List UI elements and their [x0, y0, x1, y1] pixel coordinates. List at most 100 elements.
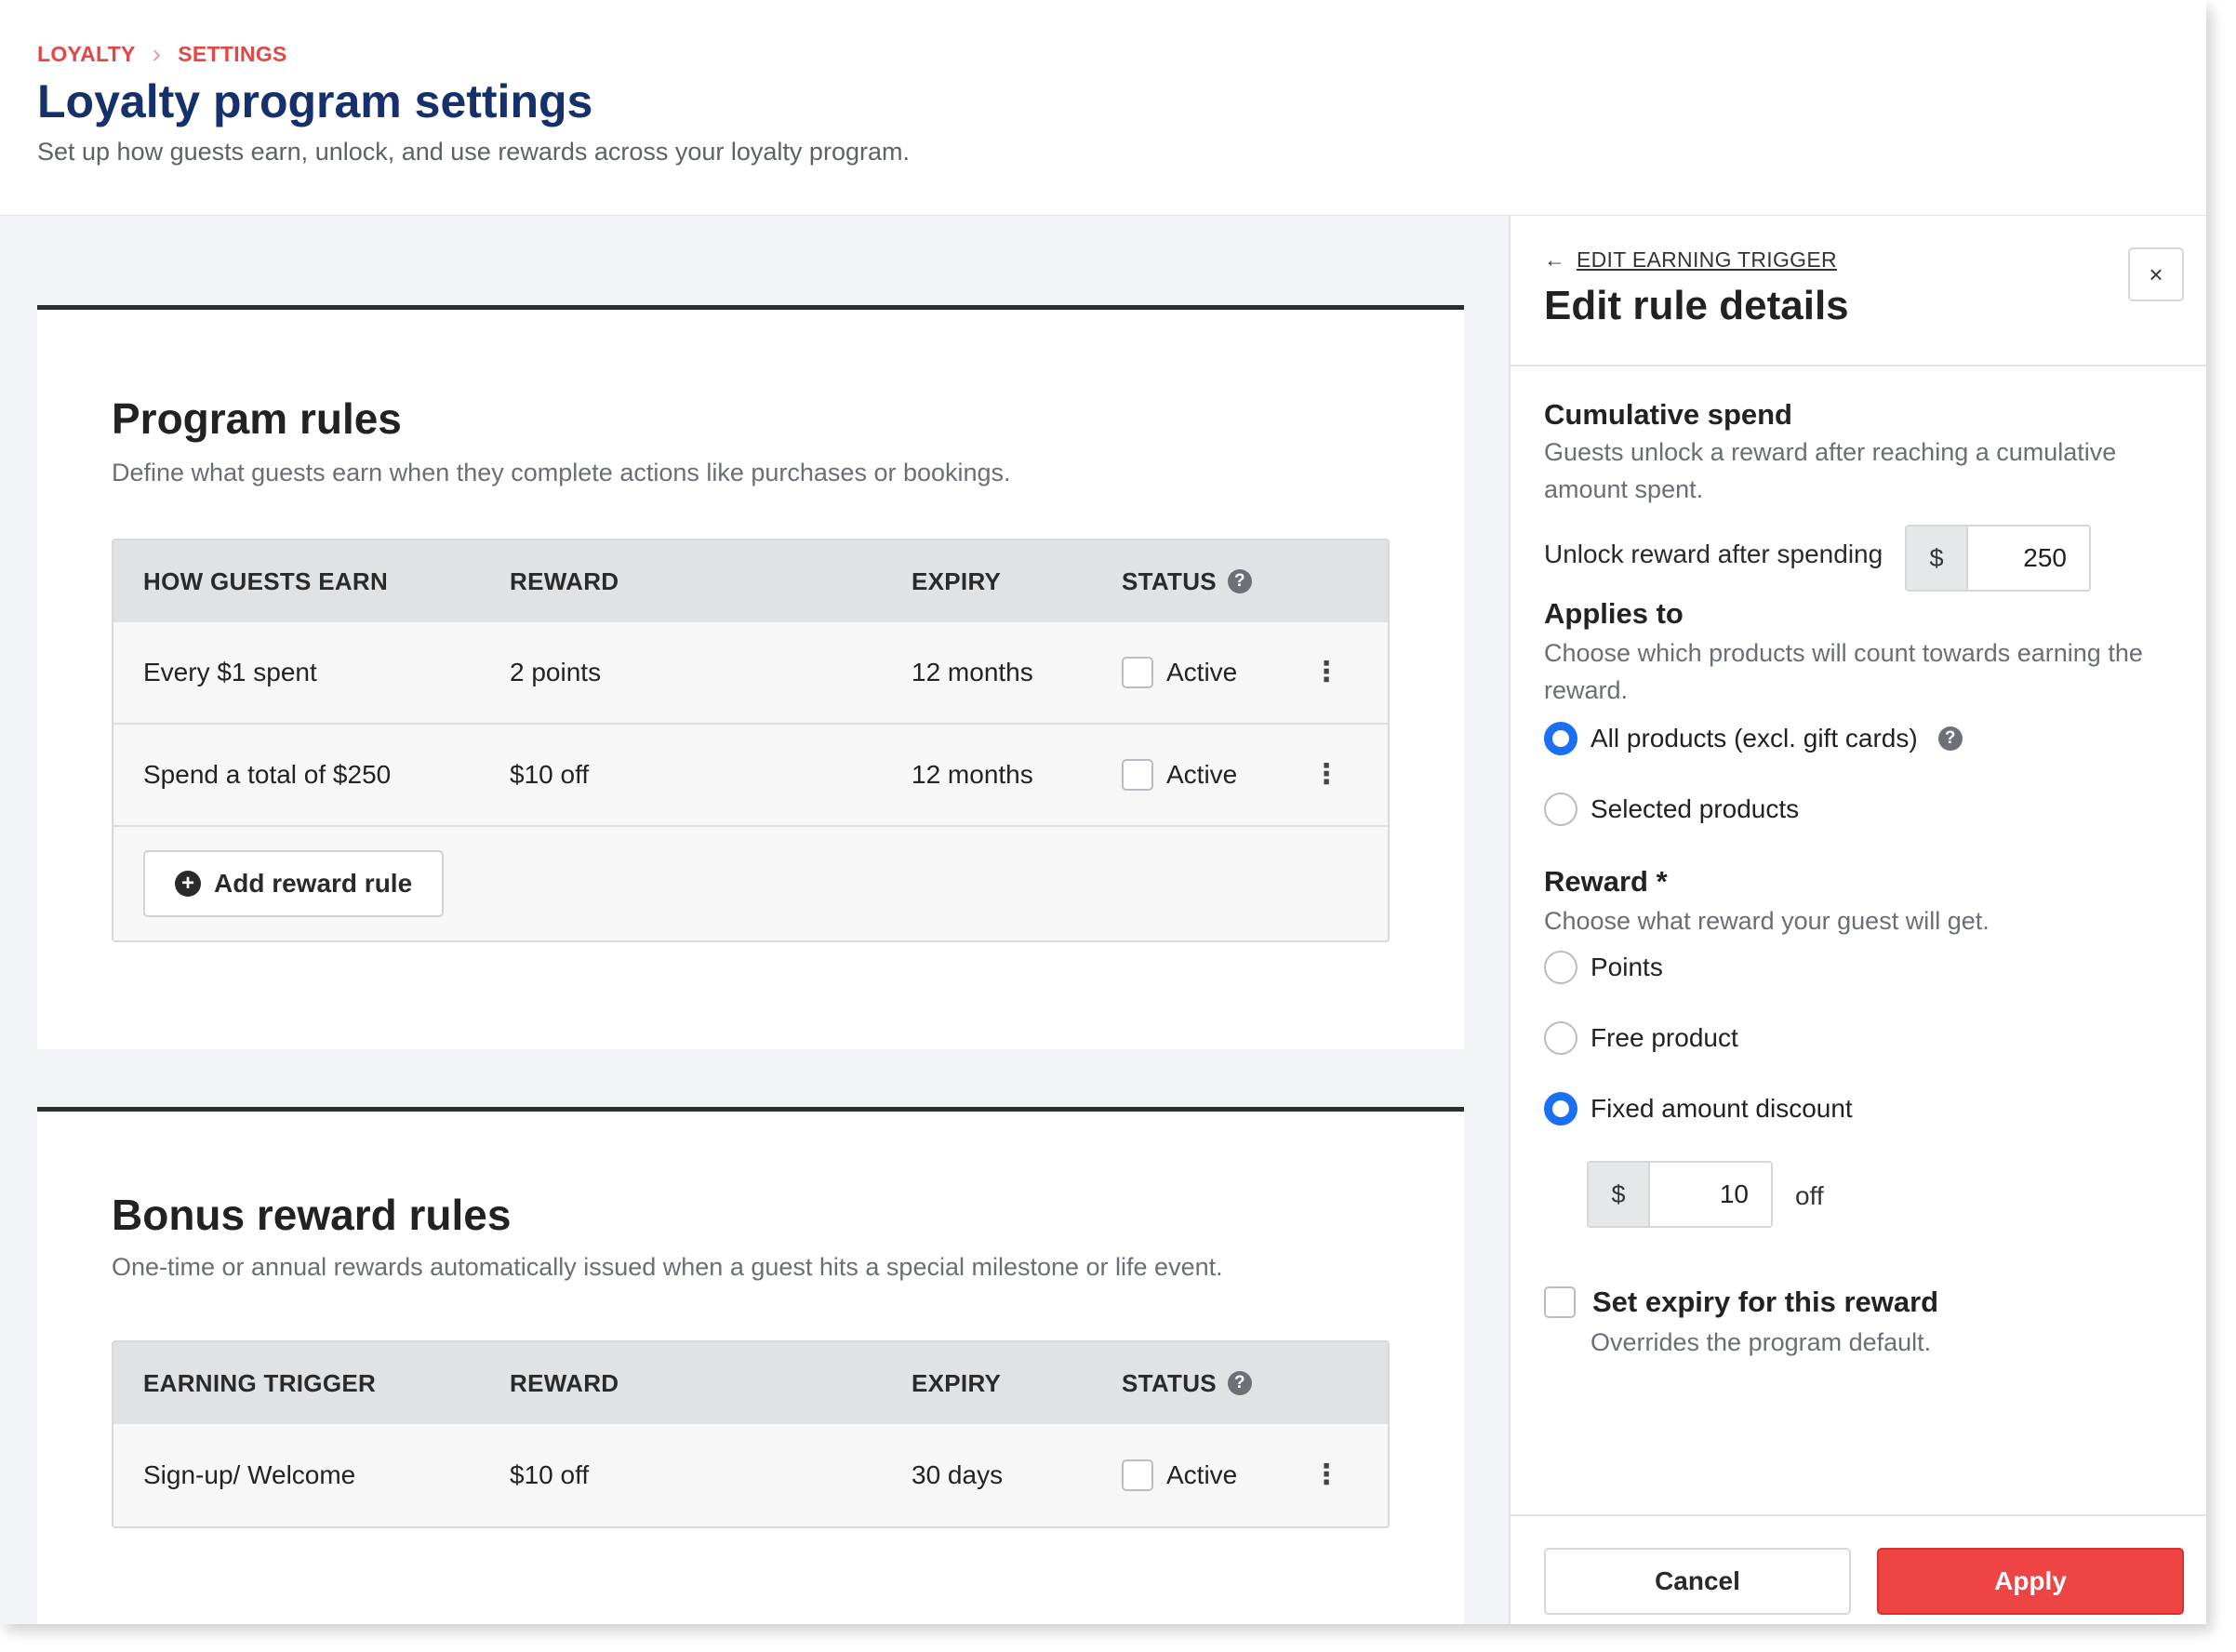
radio-selected-products-label: Selected products: [1590, 794, 1800, 823]
cumulative-desc: Guests unlock a reward after reaching a …: [1544, 438, 2117, 503]
radio-free-product[interactable]: Free product: [1544, 1021, 1738, 1055]
column-header-reward: REWARD: [510, 1368, 619, 1397]
column-header-status: STATUS ?: [1122, 567, 1298, 596]
more-vertical-icon[interactable]: ⋮: [1312, 1461, 1340, 1489]
page-title: Loyalty program settings: [37, 75, 593, 127]
unlock-amount-value[interactable]: 250: [1968, 526, 2089, 590]
table-header: HOW GUESTS EARN REWARD EXPIRY STATUS ?: [113, 540, 1388, 622]
radio-unselected-icon[interactable]: [1544, 793, 1577, 826]
cell-earn: Spend a total of $250: [143, 760, 392, 789]
cell-actions: ⋮: [1298, 659, 1354, 686]
table-row: Spend a total of $250 $10 off 12 months …: [113, 725, 1388, 827]
set-expiry-row[interactable]: Set expiry for this reward: [1544, 1286, 1938, 1319]
status-checkbox[interactable]: [1122, 759, 1153, 791]
reward-title: Reward *: [1544, 865, 1668, 898]
status-label: Active: [1166, 760, 1238, 789]
radio-fixed-amount[interactable]: Fixed amount discount: [1544, 1092, 1853, 1126]
cell-reward: 2 points: [510, 658, 602, 686]
close-button[interactable]: ×: [2128, 247, 2184, 301]
add-reward-rule-label: Add reward rule: [214, 869, 413, 898]
cell-reward: $10 off: [510, 760, 590, 789]
help-icon[interactable]: ?: [1227, 1371, 1252, 1395]
cell-expiry: 30 days: [912, 1460, 1004, 1489]
help-icon[interactable]: ?: [1227, 569, 1252, 593]
cell-trigger: Sign-up/ Welcome: [143, 1460, 356, 1489]
bonus-rules-subtitle: One-time or annual rewards automatically…: [112, 1253, 1223, 1281]
cancel-button[interactable]: Cancel: [1544, 1548, 1851, 1615]
radio-all-products-label: All products (excl. gift cards): [1590, 724, 1918, 753]
column-header-status: STATUS ?: [1122, 1369, 1298, 1398]
radio-points[interactable]: Points: [1544, 951, 1663, 984]
cell-earn: Every $1 spent: [143, 658, 317, 686]
breadcrumb: LOYALTY › SETTINGS: [37, 41, 287, 67]
page-header: LOYALTY › SETTINGS Loyalty program setti…: [0, 0, 2206, 216]
program-rules-card: Program rules Define what guests earn wh…: [37, 305, 1464, 1049]
apply-button[interactable]: Apply: [1877, 1548, 2184, 1615]
bonus-rules-card: Bonus reward rules One-time or annual re…: [37, 1107, 1464, 1624]
cumulative-title: Cumulative spend: [1544, 398, 1792, 431]
bonus-rules-table: EARNING TRIGGER REWARD EXPIRY STATUS ? S…: [112, 1340, 1390, 1528]
program-rules-subtitle: Define what guests earn when they comple…: [112, 459, 1011, 486]
currency-prefix: $: [1907, 526, 1968, 590]
bonus-rules-title: Bonus reward rules: [112, 1191, 512, 1239]
panel-divider: [1511, 365, 2206, 366]
add-reward-rule-button[interactable]: + Add reward rule: [143, 850, 445, 917]
radio-selected-icon[interactable]: [1544, 1092, 1577, 1126]
column-header-earn: HOW GUESTS EARN: [143, 566, 389, 595]
breadcrumb-settings[interactable]: SETTINGS: [178, 42, 286, 67]
column-header-expiry: EXPIRY: [912, 566, 1002, 595]
panel-title: Edit rule details: [1544, 283, 1849, 328]
more-vertical-icon[interactable]: ⋮: [1312, 659, 1340, 686]
program-rules-table: HOW GUESTS EARN REWARD EXPIRY STATUS ? E…: [112, 539, 1390, 942]
status-header-label: STATUS: [1122, 566, 1217, 595]
applies-to-title: Applies to: [1544, 597, 1684, 630]
program-rules-title: Program rules: [112, 394, 402, 443]
radio-fixed-amount-label: Fixed amount discount: [1590, 1094, 1853, 1123]
panel-footer: Cancel Apply: [1511, 1514, 2206, 1624]
cell-reward: $10 off: [510, 1460, 590, 1489]
cell-status: Active: [1122, 759, 1298, 791]
close-icon: ×: [2149, 260, 2163, 288]
edit-rule-panel: ← EDIT EARNING TRIGGER Edit rule details…: [1509, 216, 2206, 1624]
back-link-label[interactable]: EDIT EARNING TRIGGER: [1577, 247, 1837, 273]
back-link[interactable]: ← EDIT EARNING TRIGGER: [1544, 247, 1837, 273]
help-icon[interactable]: ?: [1937, 726, 1963, 751]
discount-amount-value[interactable]: 10: [1650, 1163, 1771, 1226]
table-header: EARNING TRIGGER REWARD EXPIRY STATUS ?: [113, 1342, 1388, 1424]
chevron-right-icon: ›: [152, 39, 162, 68]
radio-free-product-label: Free product: [1590, 1023, 1738, 1052]
radio-points-label: Points: [1590, 953, 1663, 981]
column-header-trigger: EARNING TRIGGER: [143, 1368, 377, 1397]
radio-unselected-icon[interactable]: [1544, 1021, 1577, 1055]
status-header-label: STATUS: [1122, 1368, 1217, 1397]
arrow-left-icon: ←: [1544, 247, 1565, 272]
table-row: Sign-up/ Welcome $10 off 30 days Active …: [113, 1424, 1388, 1526]
radio-selected-products[interactable]: Selected products: [1544, 793, 1799, 826]
set-expiry-label: Set expiry for this reward: [1592, 1286, 1939, 1318]
status-checkbox[interactable]: [1122, 657, 1153, 688]
reward-desc: Choose what reward your guest will get.: [1544, 907, 1990, 935]
column-header-expiry: EXPIRY: [912, 1368, 1002, 1397]
breadcrumb-loyalty[interactable]: LOYALTY: [37, 42, 136, 67]
status-label: Active: [1166, 658, 1238, 686]
applies-to-desc: Choose which products will count towards…: [1544, 639, 2143, 704]
unlock-amount-field[interactable]: $ 250: [1905, 525, 2091, 592]
radio-all-products[interactable]: All products (excl. gift cards) ?: [1544, 722, 1963, 755]
more-vertical-icon[interactable]: ⋮: [1312, 761, 1340, 789]
main-content: Program rules Define what guests earn wh…: [0, 216, 1509, 1624]
status-checkbox[interactable]: [1122, 1459, 1153, 1491]
unlock-label: Unlock reward after spending: [1544, 540, 1883, 568]
discount-amount-field[interactable]: $ 10: [1587, 1161, 1773, 1228]
radio-unselected-icon[interactable]: [1544, 951, 1577, 984]
table-row: Every $1 spent 2 points 12 months Active…: [113, 622, 1388, 725]
column-header-reward: REWARD: [510, 566, 619, 595]
cell-status: Active: [1122, 1459, 1298, 1491]
cell-expiry: 12 months: [912, 658, 1033, 686]
set-expiry-checkbox[interactable]: [1544, 1286, 1576, 1318]
set-expiry-desc: Overrides the program default.: [1590, 1328, 1932, 1356]
app-window: LOYALTY › SETTINGS Loyalty program setti…: [0, 0, 2206, 1624]
radio-selected-icon[interactable]: [1544, 722, 1577, 755]
status-label: Active: [1166, 1460, 1238, 1489]
cell-status: Active: [1122, 657, 1298, 688]
page-subtitle: Set up how guests earn, unlock, and use …: [37, 138, 910, 166]
